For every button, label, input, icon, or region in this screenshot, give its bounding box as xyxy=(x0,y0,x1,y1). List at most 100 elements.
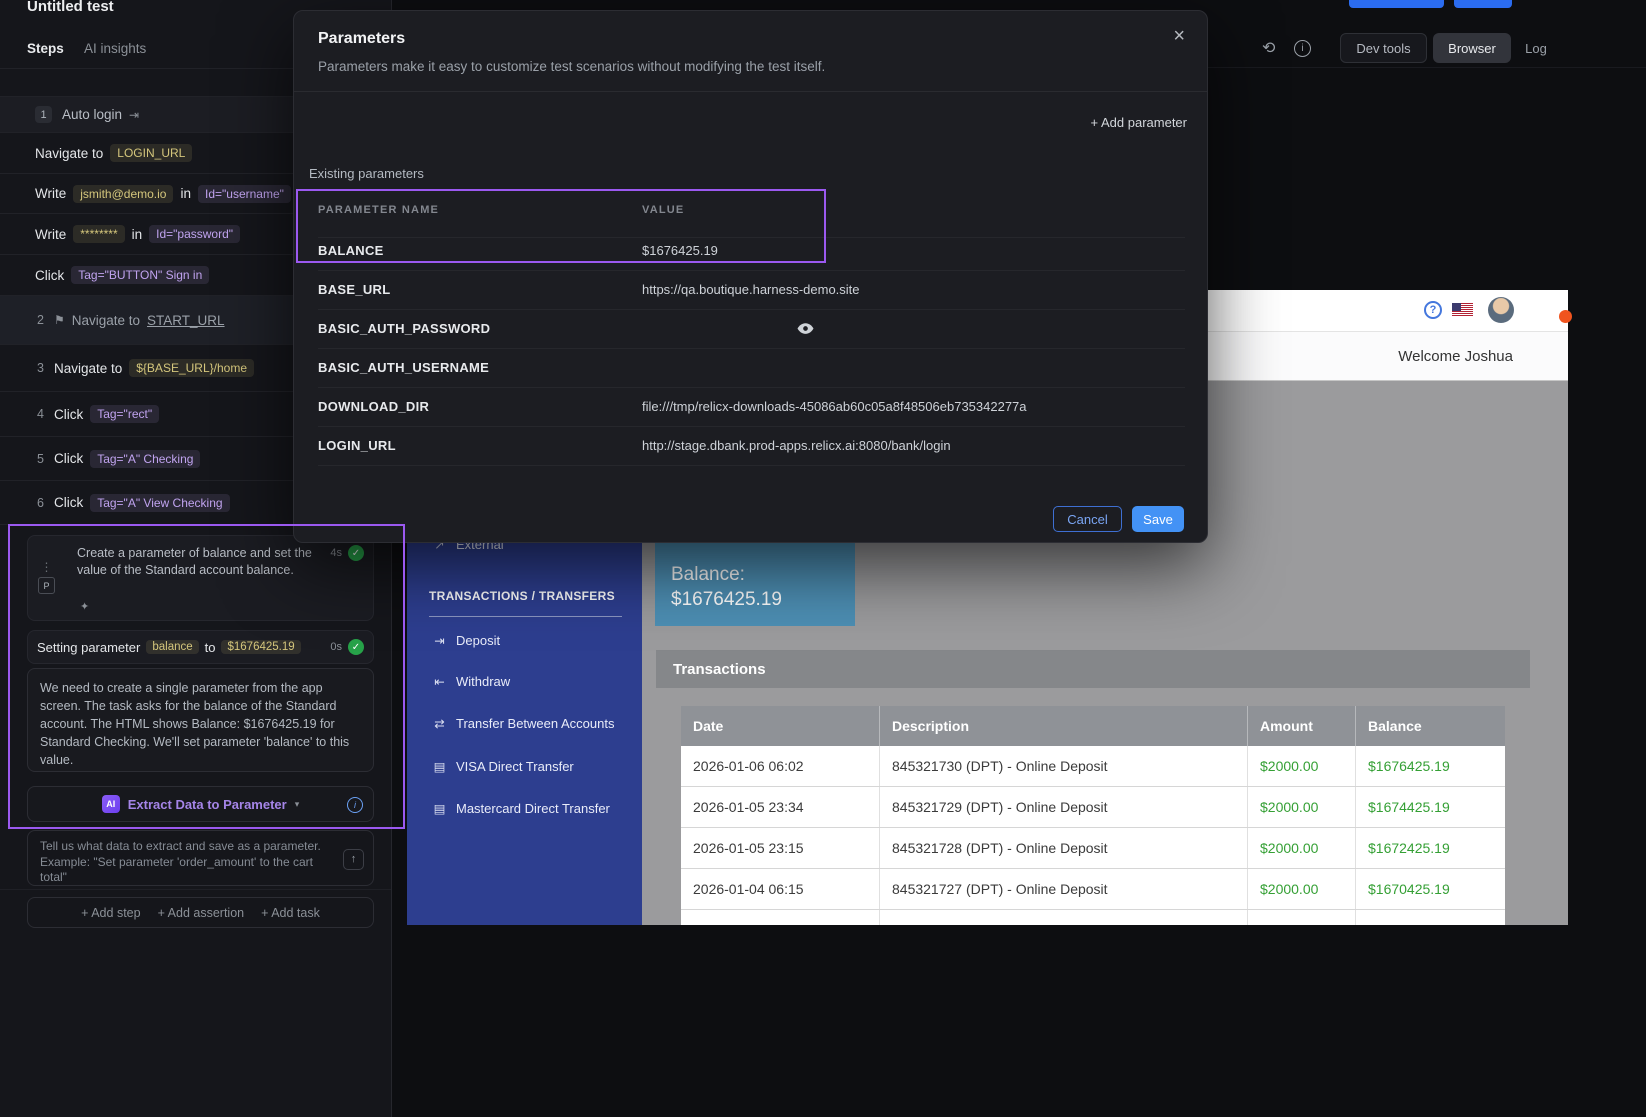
transaction-row: 2026-01-05 23:34 845321729 (DPT) - Onlin… xyxy=(681,787,1505,828)
tab-ai-insights[interactable]: AI insights xyxy=(84,41,146,56)
step-verb: Write xyxy=(35,227,66,242)
tx-date: 2026-01-04 06:15 xyxy=(681,869,879,909)
refresh-icon[interactable]: ⟲ xyxy=(1262,38,1275,58)
close-icon[interactable]: × xyxy=(1173,25,1185,48)
parameter-row-download-dir[interactable]: DOWNLOAD_DIR file:///tmp/relicx-download… xyxy=(318,387,1185,427)
nav-item-transfer-between-accounts[interactable]: ⇄ Transfer Between Accounts xyxy=(432,712,615,734)
help-icon[interactable]: ? xyxy=(1424,301,1442,319)
step-verb: Navigate to xyxy=(54,361,122,376)
nav-item-deposit[interactable]: ⇥ Deposit xyxy=(432,629,500,651)
parameter-value: file:///tmp/relicx-downloads-45086ab60c0… xyxy=(642,399,1027,414)
step-duration: 0s xyxy=(330,641,342,653)
secondary-action-button-clipped[interactable] xyxy=(1454,0,1512,8)
add-step-button[interactable]: + Add step xyxy=(81,906,140,920)
col-date: Date xyxy=(681,706,879,746)
transaction-row: 2026-01-06 06:02 845321730 (DPT) - Onlin… xyxy=(681,746,1505,787)
add-parameter-button[interactable]: + Add parameter xyxy=(1091,115,1188,130)
balance-value: $1676425.19 xyxy=(671,587,855,612)
task-duration: 4s xyxy=(330,547,342,559)
ai-explanation: We need to create a single parameter fro… xyxy=(27,668,374,772)
col-value: VALUE xyxy=(642,204,684,216)
tab-steps[interactable]: Steps xyxy=(27,41,64,56)
parameter-row-basic-auth-password[interactable]: BASIC_AUTH_PASSWORD xyxy=(318,309,1185,349)
extract-prompt-input[interactable]: Tell us what data to extract and save as… xyxy=(27,830,374,886)
submit-prompt-button[interactable]: ↑ xyxy=(343,849,364,870)
info-icon[interactable]: i xyxy=(1294,40,1311,57)
start-url-link[interactable]: START_URL xyxy=(147,313,225,328)
modal-subtitle: Parameters make it easy to customize tes… xyxy=(318,59,825,74)
extract-data-to-parameter-button[interactable]: AI Extract Data to Parameter ▾ i xyxy=(27,786,374,822)
tx-balance: $1674425.19 xyxy=(1355,787,1505,827)
tx-description: 845321728 (DPT) - Online Deposit xyxy=(879,828,1247,868)
eye-icon[interactable] xyxy=(797,322,814,338)
dev-tools-button[interactable]: Dev tools xyxy=(1340,33,1427,63)
transaction-row: 2026-01-05 23:15 845321728 (DPT) - Onlin… xyxy=(681,828,1505,869)
param-value-badge: $1676425.19 xyxy=(221,640,300,654)
col-parameter-name: PARAMETER NAME xyxy=(318,204,439,216)
nav-item-visa-direct-transfer[interactable]: ▤ VISA Direct Transfer xyxy=(432,755,574,777)
setting-parameter-row[interactable]: Setting parameter balance to $1676425.19… xyxy=(27,630,374,664)
flag-icon: ⚑ xyxy=(54,313,65,327)
step-target-badge: Tag="A" Checking xyxy=(90,450,200,468)
nav-item-withdraw[interactable]: ⇤ Withdraw xyxy=(432,670,510,692)
parameter-row-balance[interactable]: BALANCE $1676425.19 xyxy=(318,231,1185,271)
card-icon: ▤ xyxy=(432,759,447,774)
test-title: Untitled test xyxy=(27,0,114,15)
step-verb: Click xyxy=(35,268,64,283)
step-number: 6 xyxy=(37,496,44,510)
parameter-row-basic-auth-username[interactable]: BASIC_AUTH_USERNAME xyxy=(318,348,1185,388)
tx-amount: $2000.00 xyxy=(1247,787,1355,827)
us-flag-icon[interactable] xyxy=(1452,303,1473,317)
step-target-badge: Id="password" xyxy=(149,225,240,243)
parameter-row-login-url[interactable]: LOGIN_URL http://stage.dbank.prod-apps.r… xyxy=(318,426,1185,466)
tx-date: 2026-01-04 01:02 xyxy=(681,910,879,925)
col-amount: Amount xyxy=(1247,706,1355,746)
parameter-value: https://qa.boutique.harness-demo.site xyxy=(642,282,860,297)
withdraw-icon: ⇤ xyxy=(432,674,447,689)
modal-header-divider xyxy=(294,91,1207,92)
add-parameter-label: Add parameter xyxy=(1101,115,1187,130)
log-toggle-button[interactable]: Log xyxy=(1512,33,1560,63)
card-icon: ▤ xyxy=(432,801,447,816)
step-number: 3 xyxy=(37,361,44,375)
avatar[interactable] xyxy=(1488,297,1514,323)
nav-item-mastercard-direct-transfer[interactable]: ▤ Mastercard Direct Transfer xyxy=(432,797,610,819)
step-target-badge: Id="username" xyxy=(198,185,291,203)
step-verb: Click xyxy=(54,407,83,422)
tx-date: 2026-01-05 23:15 xyxy=(681,828,879,868)
recording-indicator-dot xyxy=(1559,310,1572,323)
tx-balance: $1672425.19 xyxy=(1355,828,1505,868)
ai-task-card[interactable]: ⋮ P Create a parameter of balance and se… xyxy=(27,535,374,621)
login-icon: ⇥ xyxy=(129,108,139,122)
tx-balance: $1676425.19 xyxy=(1355,746,1505,786)
save-button[interactable]: Save xyxy=(1132,506,1184,532)
step-number-badge: 1 xyxy=(35,106,52,123)
info-icon[interactable]: i xyxy=(347,797,363,813)
tx-balance: $1668425.19 xyxy=(1355,910,1505,925)
add-task-button[interactable]: + Add task xyxy=(261,906,320,920)
step-value-badge: jsmith@demo.io xyxy=(73,185,173,203)
step-param-badge: LOGIN_URL xyxy=(110,144,192,162)
transaction-row-clipped: 2026-01-04 01:02 845321726 (DPT) - Onlin… xyxy=(681,910,1505,925)
nav-section-transactions: TRANSACTIONS / TRANSFERS xyxy=(429,589,622,617)
chevron-down-icon[interactable]: ▾ xyxy=(295,799,300,810)
ai-badge: AI xyxy=(102,795,120,813)
cancel-button[interactable]: Cancel xyxy=(1053,506,1122,532)
primary-action-button-clipped[interactable] xyxy=(1349,0,1444,8)
setting-mid: to xyxy=(205,640,216,655)
transaction-row: 2026-01-04 06:15 845321727 (DPT) - Onlin… xyxy=(681,869,1505,910)
tx-balance: $1670425.19 xyxy=(1355,869,1505,909)
browser-toggle-button[interactable]: Browser xyxy=(1433,33,1511,63)
tx-description: 845321730 (DPT) - Online Deposit xyxy=(879,746,1247,786)
parameter-value: http://stage.dbank.prod-apps.relicx.ai:8… xyxy=(642,438,951,453)
transactions-panel-header: Transactions xyxy=(656,650,1530,688)
tx-amount: $2000.00 xyxy=(1247,746,1355,786)
modal-title: Parameters xyxy=(318,30,405,48)
transfer-icon: ⇄ xyxy=(432,716,447,731)
existing-parameters-label: Existing parameters xyxy=(309,166,424,181)
tx-description: 845321726 (DPT) - Online Deposit xyxy=(879,910,1247,925)
col-balance: Balance xyxy=(1355,706,1505,746)
add-assertion-button[interactable]: + Add assertion xyxy=(158,906,245,920)
parameter-row-base-url[interactable]: BASE_URL https://qa.boutique.harness-dem… xyxy=(318,270,1185,310)
divider xyxy=(0,889,391,890)
